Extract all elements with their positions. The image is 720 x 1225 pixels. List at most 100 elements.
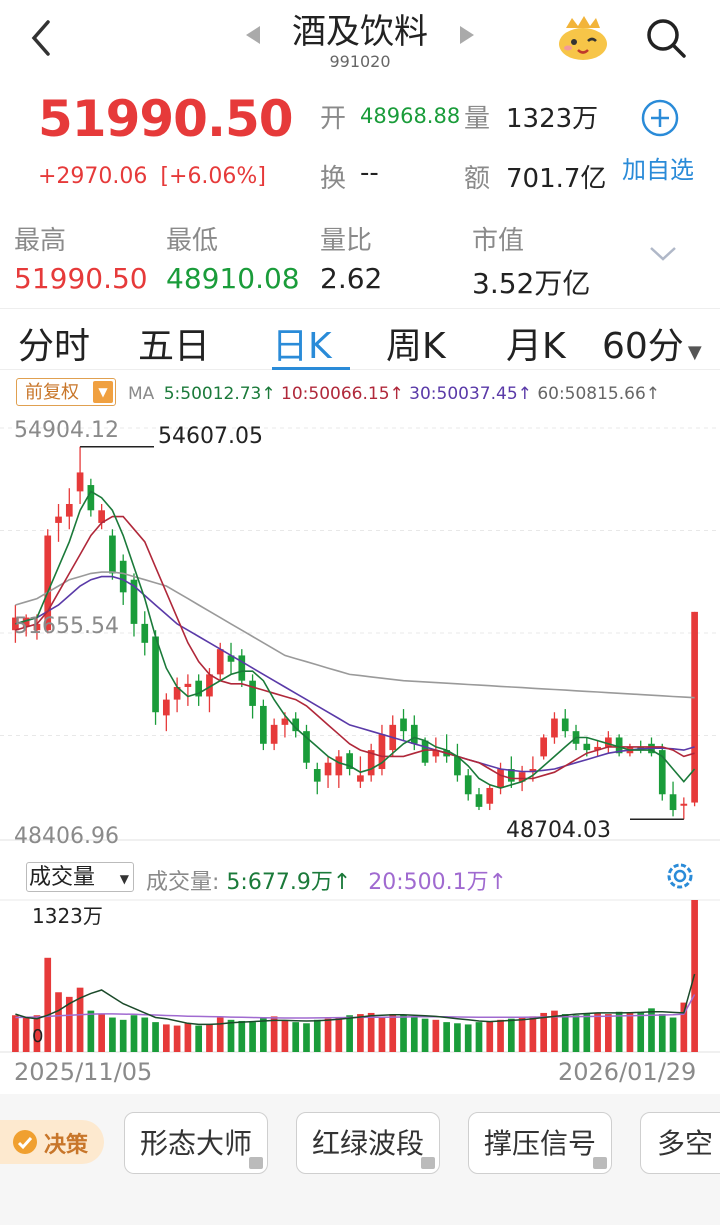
support-resistance-label: 撑压信号 bbox=[483, 1127, 596, 1160]
volume-bar bbox=[335, 1017, 343, 1052]
candle-body bbox=[119, 560, 127, 593]
long-short-label: 多空 bbox=[657, 1127, 714, 1160]
long-short-button[interactable]: 多空 bbox=[640, 1112, 720, 1174]
volume-bar bbox=[389, 1014, 397, 1052]
cap-label: 市值 bbox=[472, 226, 525, 256]
volume-bar bbox=[55, 992, 62, 1052]
decision-button[interactable]: 决策 bbox=[0, 1120, 104, 1164]
vol-ma5-value: 5:677.9万 bbox=[226, 870, 333, 895]
candle-body bbox=[141, 623, 149, 643]
indicator-settings-button[interactable] bbox=[662, 858, 698, 898]
candle-body bbox=[605, 737, 612, 747]
tab-60min[interactable]: 60分 ▼ bbox=[602, 317, 702, 369]
ratio-label: 量比 bbox=[320, 226, 373, 256]
volume-bar bbox=[572, 1015, 580, 1052]
add-watchlist-label: 加自选 bbox=[622, 156, 694, 184]
indicator-select[interactable]: 成交量 ▼ bbox=[26, 862, 134, 892]
pattern-master-button[interactable]: 形态大师 bbox=[124, 1112, 268, 1174]
tab-daily-k[interactable]: 日K bbox=[272, 317, 332, 369]
caret-down-icon: ▼ bbox=[687, 342, 702, 363]
volume-ma-values: 成交量: 5:677.9万↑ 20:500.1万↑ bbox=[146, 864, 507, 896]
high-label: 最高 bbox=[14, 226, 67, 256]
tab-weekly-k[interactable]: 周K bbox=[386, 317, 446, 369]
volume-label: 成交量: bbox=[146, 870, 220, 895]
candle-body bbox=[87, 485, 95, 511]
expand-stats-button[interactable] bbox=[648, 244, 678, 268]
arrow-up-icon: ↑ bbox=[488, 870, 508, 895]
volume-ma20-line bbox=[15, 994, 696, 1019]
volume-bar bbox=[249, 1022, 256, 1052]
volume-bar bbox=[324, 1018, 332, 1052]
turnover-value: -- bbox=[360, 158, 379, 188]
decision-label: 决策 bbox=[44, 1133, 89, 1158]
candle-body bbox=[238, 655, 246, 681]
adjust-select[interactable]: 前复权 ▼ bbox=[16, 378, 116, 406]
period-tabs: 分时 五日 日K 周K 月K 60分 ▼ bbox=[0, 308, 720, 370]
arrow-up-icon: ↑ bbox=[517, 384, 532, 404]
ma-label: MA bbox=[128, 384, 155, 404]
volume-bar bbox=[292, 1022, 300, 1052]
tab-five-day[interactable]: 五日 bbox=[138, 317, 210, 369]
volume-bar bbox=[303, 1023, 310, 1052]
cap-value: 3.52万亿 bbox=[472, 267, 591, 300]
volume-value: 1323万 bbox=[506, 104, 599, 134]
candle-body bbox=[410, 724, 418, 744]
adjust-label: 前复权 bbox=[25, 382, 79, 403]
candle-body bbox=[76, 472, 84, 492]
volume-chart[interactable] bbox=[0, 896, 720, 1056]
candle-body bbox=[540, 737, 548, 757]
ma-values: MA 5:50012.73↑ 10:50066.15↑ 30:50037.45↑… bbox=[128, 384, 660, 404]
ratio-value: 2.62 bbox=[320, 262, 383, 295]
volume-bar bbox=[486, 1020, 494, 1052]
mascot-button[interactable] bbox=[556, 14, 610, 66]
red-green-band-label: 红绿波段 bbox=[311, 1127, 424, 1160]
volume-bar bbox=[173, 1025, 181, 1052]
candle-body bbox=[475, 794, 483, 807]
candle-body bbox=[162, 699, 170, 716]
volume-bar bbox=[109, 1017, 116, 1052]
page-title: 酒及饮料 bbox=[292, 12, 428, 52]
lock-icon bbox=[249, 1157, 263, 1169]
volume-bar bbox=[270, 1016, 278, 1052]
volume-bar bbox=[87, 1010, 95, 1052]
candle-body bbox=[55, 516, 62, 523]
volume-bar bbox=[227, 1019, 235, 1052]
volume-bar bbox=[507, 1018, 515, 1052]
high-value: 51990.50 bbox=[14, 262, 148, 295]
candle-body bbox=[486, 787, 494, 804]
gear-icon bbox=[667, 863, 693, 889]
volume-bar bbox=[378, 1017, 386, 1052]
candle-body bbox=[324, 762, 332, 776]
candle-body bbox=[680, 803, 688, 806]
low-label: 最低 bbox=[166, 226, 219, 256]
tab-monthly-k[interactable]: 月K bbox=[506, 317, 566, 369]
candle-body bbox=[669, 794, 677, 811]
chevron-down-icon bbox=[650, 247, 676, 261]
lock-icon bbox=[593, 1157, 607, 1169]
amount-label: 额 bbox=[464, 164, 491, 194]
next-stock-button[interactable] bbox=[458, 24, 476, 50]
support-resistance-button[interactable]: 撑压信号 bbox=[468, 1112, 612, 1174]
volume-bar bbox=[497, 1019, 504, 1052]
date-start-label: 2025/11/05 bbox=[14, 1058, 153, 1086]
add-watchlist-button[interactable]: 加自选 bbox=[620, 96, 700, 186]
volume-label: 量 bbox=[464, 104, 491, 134]
y-axis-bottom-label: 48406.96 bbox=[14, 824, 119, 849]
volume-bar bbox=[130, 1015, 138, 1052]
volume-bar bbox=[206, 1024, 213, 1052]
volume-bar bbox=[454, 1023, 461, 1052]
date-end-label: 2026/01/29 bbox=[558, 1058, 697, 1086]
volume-bar bbox=[44, 957, 52, 1052]
volume-bar bbox=[464, 1024, 472, 1052]
candle-body bbox=[249, 680, 256, 706]
candle-body bbox=[216, 649, 224, 675]
max-price-marker: 54607.05 bbox=[158, 424, 263, 449]
price-change: +2970.06 [+6.06%] bbox=[38, 164, 266, 189]
search-button[interactable] bbox=[644, 16, 688, 64]
red-green-band-button[interactable]: 红绿波段 bbox=[296, 1112, 440, 1174]
volume-bar bbox=[184, 1023, 192, 1052]
y-axis-top-label: 54904.12 bbox=[14, 418, 119, 443]
open-value: 48968.88 bbox=[360, 104, 461, 128]
tab-intraday[interactable]: 分时 bbox=[18, 317, 90, 369]
volume-bar bbox=[98, 1014, 105, 1052]
